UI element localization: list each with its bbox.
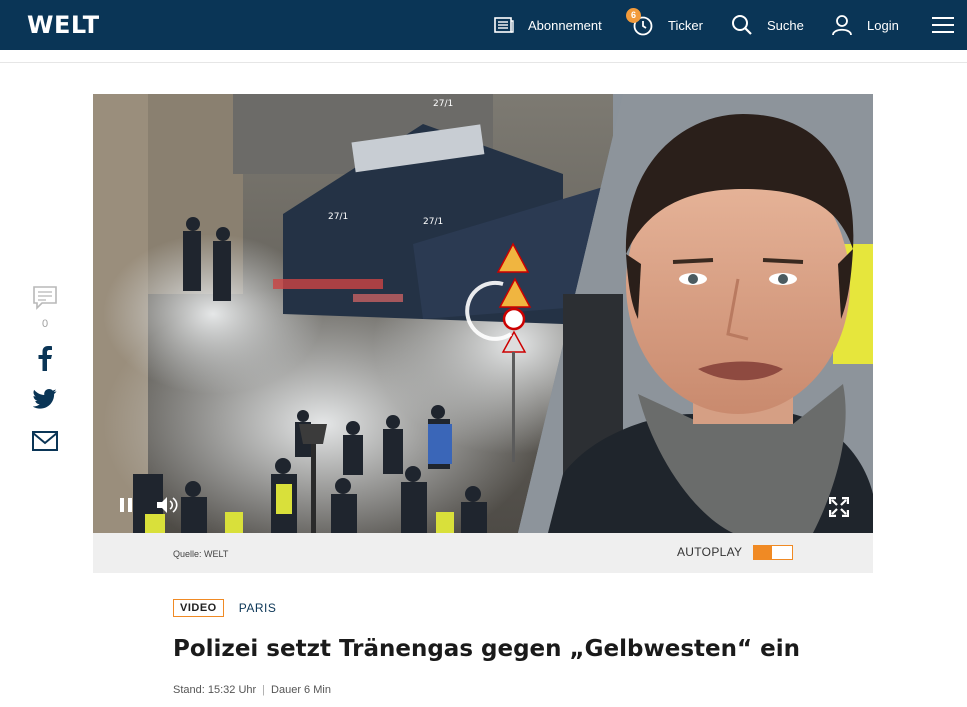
mail-icon[interactable] <box>30 431 60 451</box>
facebook-icon[interactable] <box>30 345 60 371</box>
pause-button[interactable] <box>119 497 133 518</box>
nav-login[interactable]: Login <box>831 0 899 50</box>
video-player[interactable]: 27/1 27/1 27/1 <box>93 94 873 533</box>
nav-ticker[interactable]: Ticker <box>632 0 703 50</box>
article-meta: Stand: 15:32 Uhr | Dauer 6 Min <box>173 684 331 696</box>
nav-abonnement-label: Abonnement <box>528 17 602 33</box>
twitter-icon[interactable] <box>30 389 60 409</box>
nav-suche[interactable]: Suche <box>731 0 804 50</box>
comment-count: 0 <box>41 318 49 330</box>
vehicle-number: 27/1 <box>328 212 348 222</box>
comment-icon[interactable] <box>30 285 60 311</box>
meta-separator: | <box>262 684 266 696</box>
article-kicker: VIDEO PARIS <box>173 599 276 617</box>
yellow-vest <box>276 484 292 514</box>
video-frame: 27/1 27/1 27/1 <box>93 94 873 533</box>
ticker-count-badge: 6 <box>626 8 641 23</box>
article-timestamp: Stand: 15:32 Uhr <box>173 684 257 696</box>
video-duration: Dauer 6 Min <box>271 684 331 696</box>
blue-jacket <box>428 424 452 464</box>
autoplay-toggle[interactable] <box>753 545 793 560</box>
header-divider <box>0 62 967 63</box>
autoplay-toggle-knob <box>754 546 772 559</box>
nav-ticker-label: Ticker <box>668 17 703 33</box>
vehicle-number: 27/1 <box>423 217 443 227</box>
fullscreen-icon[interactable] <box>828 496 850 522</box>
nav-abonnement[interactable]: Abonnement <box>494 0 602 50</box>
vehicle-number: 27/1 <box>433 99 453 109</box>
video-info-bar: Quelle: WELT AUTOPLAY <box>93 533 873 573</box>
welt-logo[interactable]: WELT <box>27 11 100 39</box>
nav-suche-label: Suche <box>767 17 804 33</box>
article-headline: Polizei setzt Tränengas gegen „Gelbweste… <box>173 636 800 662</box>
nav-login-label: Login <box>867 17 899 33</box>
menu-button[interactable] <box>932 0 954 50</box>
search-icon <box>731 14 753 36</box>
video-source: Quelle: WELT <box>173 549 229 559</box>
top-navigation-bar: WELT Abonnement Ticker 6 Suche Login <box>0 0 967 50</box>
newspaper-icon <box>494 17 514 33</box>
autoplay-label: AUTOPLAY <box>677 545 743 559</box>
hamburger-menu-icon <box>932 16 954 34</box>
user-icon <box>831 14 853 36</box>
topic-link[interactable]: PARIS <box>239 601 277 615</box>
video-badge: VIDEO <box>173 599 224 617</box>
volume-icon[interactable] <box>155 495 179 520</box>
